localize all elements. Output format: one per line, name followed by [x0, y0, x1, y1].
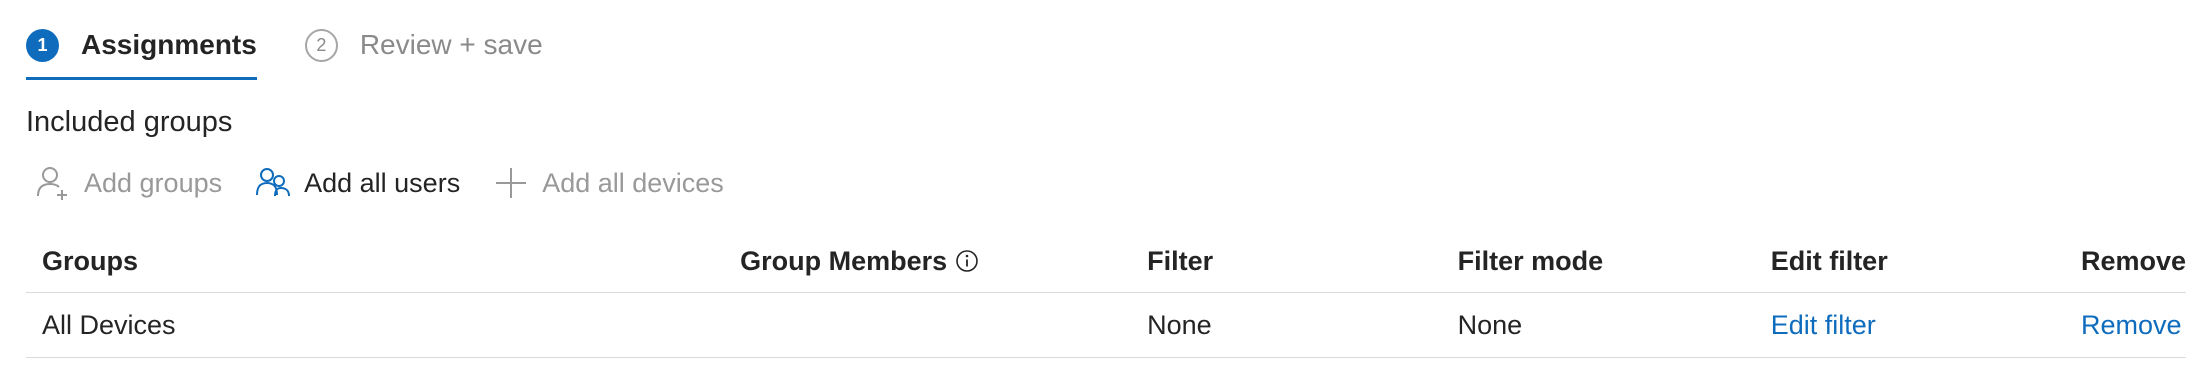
table-header-row: Groups Group Members Filter Filter mode … [26, 230, 2186, 293]
add-all-devices-label: Add all devices [542, 167, 724, 198]
people-icon [256, 168, 291, 197]
step-label: Assignments [81, 29, 257, 60]
toolbar: Add groups Add all users Add all devices [36, 166, 758, 200]
add-groups-label: Add groups [84, 167, 223, 198]
cell-filter: None [1131, 292, 1442, 358]
step-review-save[interactable]: 2 Review + save [304, 22, 543, 68]
add-person-icon [37, 167, 67, 200]
step-assignments[interactable]: 1 Assignments [26, 22, 257, 80]
cell-filter-mode: None [1441, 292, 1755, 358]
wizard-steps: 1 Assignments 2 Review + save [26, 22, 591, 80]
add-all-devices-button[interactable]: Add all devices [494, 166, 724, 200]
section-title: Included groups [26, 106, 233, 138]
cell-group-members [724, 292, 1132, 358]
add-all-users-label: Add all users [304, 167, 461, 198]
cell-group: All Devices [26, 292, 725, 358]
add-groups-button[interactable]: Add groups [36, 166, 222, 200]
step-label: Review + save [359, 29, 543, 60]
plus-icon [496, 168, 527, 198]
remove-link[interactable]: Remove [2064, 292, 2186, 358]
add-all-users-button[interactable]: Add all users [256, 166, 460, 200]
assignments-table: Groups Group Members Filter Filter mode … [26, 230, 2186, 358]
col-edit-filter[interactable]: Edit filter [1754, 230, 2065, 293]
col-filter[interactable]: Filter [1131, 230, 1442, 293]
col-filter-mode[interactable]: Filter mode [1441, 230, 1755, 293]
col-group-members-label: Group Members [740, 245, 948, 276]
col-groups[interactable]: Groups [26, 230, 725, 293]
info-icon[interactable] [955, 249, 979, 273]
step-number-1: 1 [26, 28, 59, 62]
edit-filter-link[interactable]: Edit filter [1754, 292, 2065, 358]
step-number-2: 2 [304, 28, 338, 62]
col-group-members[interactable]: Group Members [724, 230, 1132, 293]
col-remove[interactable]: Remove [2064, 230, 2186, 293]
table-row: All Devices None None Edit filter Remove [26, 292, 2186, 358]
